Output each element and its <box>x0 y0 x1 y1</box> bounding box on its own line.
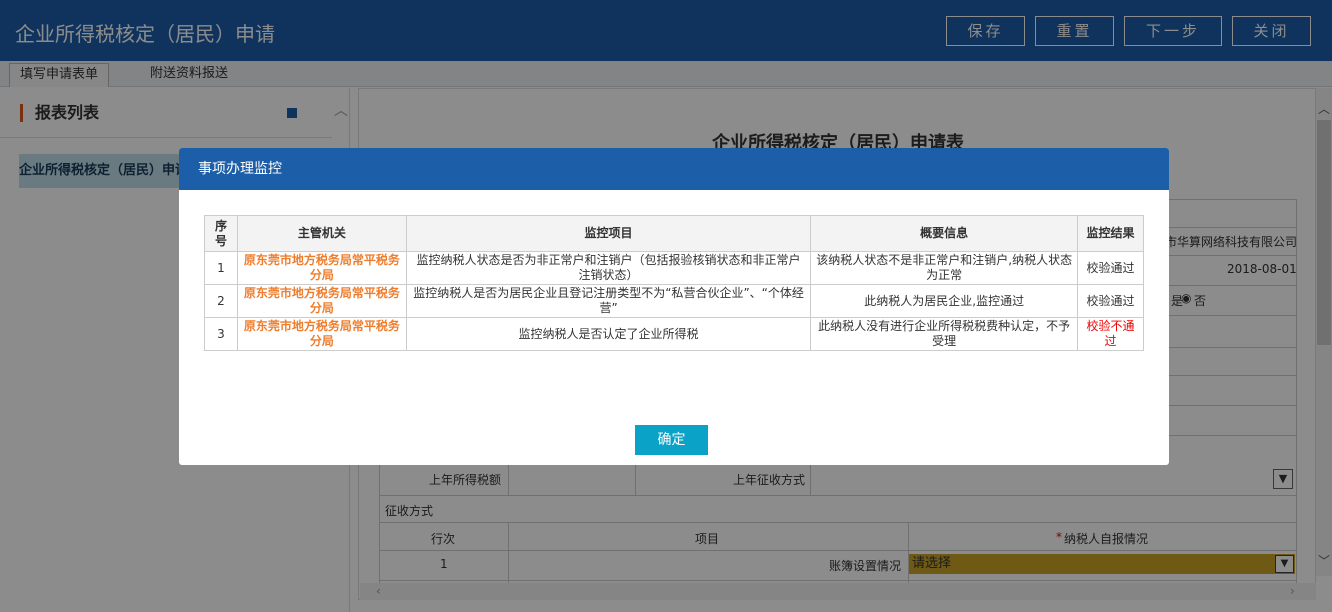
col-authority: 主管机关 <box>236 215 407 252</box>
result-cell-failed: 校验不通过 <box>1077 317 1144 351</box>
col-item: 监控项目 <box>405 215 812 252</box>
confirm-button[interactable]: 确定 <box>635 425 708 455</box>
result-cell: 校验通过 <box>1077 251 1144 285</box>
dialog-title: 事项办理监控 <box>179 148 1169 190</box>
seq-cell: 1 <box>204 251 238 285</box>
authority-link[interactable]: 原东莞市地方税务局常平税务分局 <box>236 251 407 285</box>
authority-link[interactable]: 原东莞市地方税务局常平税务分局 <box>236 284 407 318</box>
seq-cell: 3 <box>204 317 238 351</box>
item-cell: 监控纳税人是否认定了企业所得税 <box>405 317 812 351</box>
table-row: 3 原东莞市地方税务局常平税务分局 监控纳税人是否认定了企业所得税 此纳税人没有… <box>204 317 1144 351</box>
result-cell: 校验通过 <box>1077 284 1144 318</box>
summary-cell: 此纳税人为居民企业,监控通过 <box>810 284 1079 318</box>
table-row: 1 原东莞市地方税务局常平税务分局 监控纳税人状态是否为非正常户和注销户（包括报… <box>204 251 1144 285</box>
summary-cell: 该纳税人状态不是非正常户和注销户,纳税人状态为正常 <box>810 251 1079 285</box>
col-summary: 概要信息 <box>810 215 1079 252</box>
monitor-table: 序号 主管机关 监控项目 概要信息 监控结果 1 原东莞市地方税务局常平税务分局… <box>204 215 1144 351</box>
table-header-row: 序号 主管机关 监控项目 概要信息 监控结果 <box>204 215 1144 252</box>
monitor-dialog: 事项办理监控 序号 主管机关 监控项目 概要信息 监控结果 1 原东莞市地方税务… <box>179 148 1169 465</box>
seq-cell: 2 <box>204 284 238 318</box>
item-cell: 监控纳税人状态是否为非正常户和注销户（包括报验核销状态和非正常户注销状态） <box>405 251 812 285</box>
item-cell: 监控纳税人是否为居民企业且登记注册类型不为“私营合伙企业”、“个体经营” <box>405 284 812 318</box>
col-seq: 序号 <box>204 215 238 252</box>
summary-cell: 此纳税人没有进行企业所得税税费种认定，不予受理 <box>810 317 1079 351</box>
col-result: 监控结果 <box>1077 215 1144 252</box>
authority-link[interactable]: 原东莞市地方税务局常平税务分局 <box>236 317 407 351</box>
table-row: 2 原东莞市地方税务局常平税务分局 监控纳税人是否为居民企业且登记注册类型不为“… <box>204 284 1144 318</box>
